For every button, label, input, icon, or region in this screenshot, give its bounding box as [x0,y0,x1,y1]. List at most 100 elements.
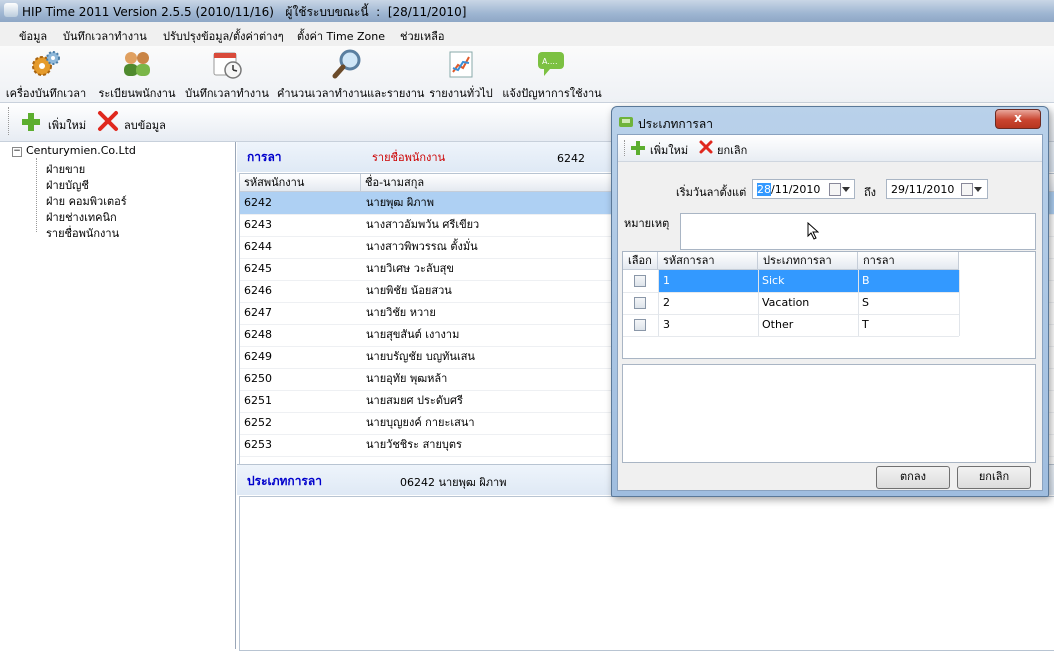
toolbar-calculate-report-button[interactable]: คำนวนเวลาทำงานและรายงาน [277,48,425,102]
employee-id-cell: 6249 [244,350,272,363]
leave-type-cell: Sick [762,274,785,287]
toolbar-label: บันทึกเวลาทำงาน [185,87,269,100]
menu-data[interactable]: ข้อมูล [19,27,47,45]
from-date-day: 28 [757,183,771,196]
leave-code-cell: 1 [663,274,670,287]
dialog-add-button[interactable]: เพิ่มใหม่ [630,139,692,157]
leave-title: การลา [247,150,282,164]
employee-name-cell: นายสมยศ ประดับศรี [366,394,463,407]
toolbar-time-entry-button[interactable]: บันทึกเวลาทำงาน [185,48,269,102]
from-date-rest: /11/2010 [771,183,821,196]
dialog-close-button[interactable]: x [995,109,1041,129]
employee-id-cell: 6250 [244,372,272,385]
people-icon [121,48,153,80]
tree-root[interactable]: Centurymien.Co.Ltd [26,144,136,157]
calendar-icon [961,183,973,196]
calendar-icon [829,183,841,196]
table-row[interactable]: 2 Vacation S [623,292,960,315]
column-divider [858,270,859,292]
add-new-button[interactable]: เพิ่มใหม่ [20,109,100,135]
dialog-toolbar: เพิ่มใหม่ ยกเลิก [618,135,1042,162]
toolbar-label: เครื่องบันทึกเวลา [5,87,87,100]
dialog-app-icon [619,117,633,127]
column-employee-id[interactable]: รหัสพนักงาน [240,174,361,192]
tree-collapse-toggle[interactable]: − [12,147,22,157]
toolbar-label: รายงานทั่วไป [429,87,493,100]
employee-name-cell: นายสุขสันต์ เงางาม [366,328,460,341]
tree-line [36,158,38,232]
column-divider [959,314,960,336]
plus-icon [631,141,645,155]
window-title-bar: HIP Time 2011 Version 2.5.5 (2010/11/16)… [0,0,1054,22]
dialog-title: ประเภทการลา [638,117,713,131]
add-new-label: เพิ่มใหม่ [48,119,87,132]
toolbar-employee-records-button[interactable]: ระเบียนพนักงาน [96,48,178,102]
dialog-add-label: เพิ่มใหม่ [650,144,689,157]
delete-button[interactable]: ลบข้อมูล [96,109,166,135]
column-leave-code[interactable]: รหัสการลา [658,252,758,270]
column-divider [658,292,659,314]
ok-button[interactable]: ตกลง [876,466,950,489]
toolbar-report-problem-button[interactable]: A.... แจ้งปัญหาการใช้งาน [502,48,602,102]
leave-abbr-cell: B [862,274,870,287]
column-divider [758,270,759,292]
employee-id-cell: 6248 [244,328,272,341]
window-title: HIP Time 2011 Version 2.5.5 (2010/11/16)… [22,5,467,19]
menu-timezone[interactable]: ตั้งค่า Time Zone [297,27,385,45]
employee-name-cell: นางสาวพิพวรรณ ตั้งมั่น [366,240,478,253]
menu-settings[interactable]: ปรับปรุงข้อมูล/ตั้งค่าต่างๆ [163,27,284,45]
column-leave-abbr[interactable]: การลา [858,252,959,270]
menu-time-record[interactable]: บันทึกเวลาทำงาน [63,27,147,45]
column-divider [959,270,960,292]
employee-name-cell: นายบุญยงค์ กายะเสนา [366,416,475,429]
chevron-down-icon [842,187,850,192]
chevron-down-icon [974,187,982,192]
toolbar-label: ระเบียนพนักงาน [98,87,176,100]
note-input[interactable] [680,213,1036,250]
employee-id-cell: 6246 [244,284,272,297]
table-row[interactable]: 1 Sick B [623,270,960,293]
dialog-body: เพิ่มใหม่ ยกเลิก เริ่มวันลาตั้งแต่ 28/11… [617,134,1043,491]
employee-name-cell: นางสาวอัมพวัน ศรีเขียว [366,218,480,231]
row-select-checkbox[interactable] [634,319,646,331]
toolbar-label: แจ้งปัญหาการใช้งาน [502,87,602,100]
toolbar-general-report-button[interactable]: รายงานทั่วไป [429,48,493,102]
row-select-checkbox[interactable] [634,275,646,287]
speech-bubble-icon: A.... [536,48,568,80]
column-leave-type[interactable]: ประเภทการลา [758,252,858,270]
leave-code-cell: 2 [663,296,670,309]
employee-name-cell: นายวัชชิระ สายบุตร [366,438,462,451]
gears-icon [30,48,62,80]
table-row[interactable]: 3 Other T [623,314,960,337]
toolbar-label: คำนวนเวลาทำงานและรายงาน [277,87,425,100]
leave-type-cell: Vacation [762,296,810,309]
cancel-button[interactable]: ยกเลิก [957,466,1031,489]
employee-name-cell: นายบรัญชัย บญทันเสน [366,350,475,363]
column-select[interactable]: เลือก [623,252,658,270]
note-label: หมายเหตุ [624,217,670,230]
from-date-picker[interactable]: 28/11/2010 [752,179,855,199]
row-highlight [658,270,959,292]
column-divider [658,314,659,336]
employee-name-cell: นายอุทัย พุฒหล้า [366,372,448,385]
magnifier-icon [332,48,364,80]
dialog-cancel-toolbar-button[interactable]: ยกเลิก [698,139,758,157]
to-date-label: ถึง [864,186,877,199]
employee-id-cell: 6244 [244,240,272,253]
dialog-detail-area [622,364,1036,463]
leave-type-dialog: ประเภทการลา x เพิ่มใหม่ ยกเลิก เริ่มวันล… [611,106,1049,497]
menu-help[interactable]: ช่วยเหลือ [400,27,444,45]
toolbar-time-recorder-button[interactable]: เครื่องบันทึกเวลา [4,48,88,102]
employee-name-cell: นายวิเศษ วะลับสุข [366,262,454,275]
leave-type-grid: เลือก รหัสการลา ประเภทการลา การลา 1 Sick B… [622,251,1036,359]
to-date-picker[interactable]: 29/11/2010 [886,179,988,199]
to-date-value: 29/11/2010 [891,183,955,196]
column-divider [858,314,859,336]
row-select-checkbox[interactable] [634,297,646,309]
column-divider [858,292,859,314]
leave-records-area [239,496,1054,651]
employee-id-cell: 6243 [244,218,272,231]
tree-item-employee-list[interactable]: รายชื่อพนักงาน [46,224,119,242]
from-date-label: เริ่มวันลาตั้งแต่ [676,186,747,199]
department-tree: − Centurymien.Co.Ltd ฝ่ายขาย ฝ่ายบัญชี ฝ… [0,142,236,649]
